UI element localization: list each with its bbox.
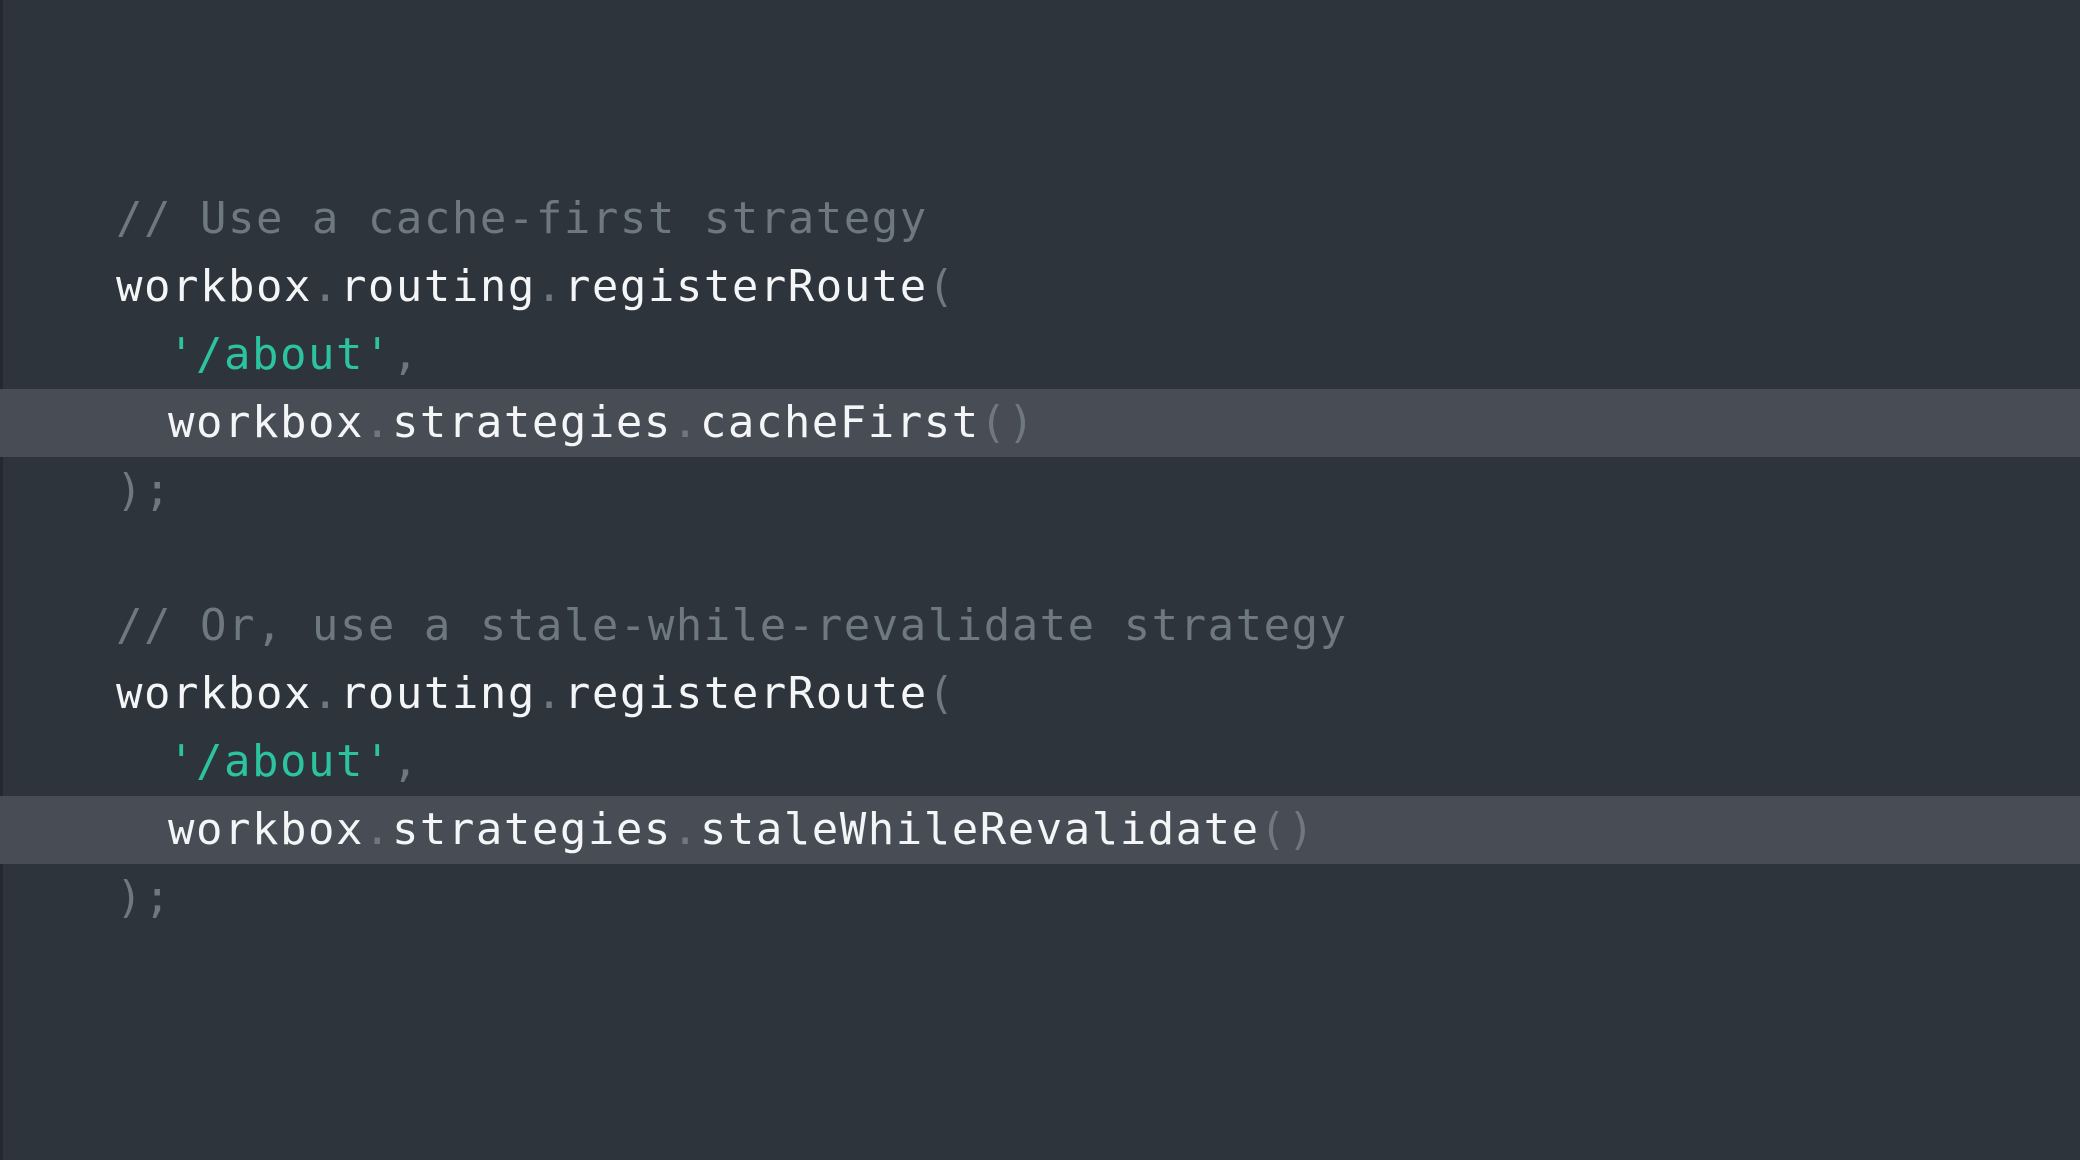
identifier-workbox: workbox: [168, 397, 364, 448]
highlighted-strategy-line-1: workbox.strategies.cacheFirst(): [0, 389, 2080, 457]
highlighted-strategy-line-2: workbox.strategies.staleWhileRevalidate(…: [0, 796, 2080, 864]
identifier-routing: routing: [339, 261, 536, 312]
route-path-arg-2: '/about',: [0, 728, 2080, 796]
dot: .: [535, 668, 564, 719]
dot: .: [535, 261, 564, 312]
string-literal-path: /about: [196, 329, 364, 380]
code-slide: // Use a cache-first strategy workbox.ro…: [0, 0, 2080, 1160]
identifier-strategies: strategies: [391, 804, 672, 855]
code-comment: // Use a cache-first strategy: [116, 193, 928, 244]
call-parens: (): [1259, 804, 1316, 855]
identifier-strategies: strategies: [391, 397, 672, 448]
dot: .: [671, 804, 700, 855]
quote: ': [168, 329, 196, 380]
open-paren: (: [927, 668, 956, 719]
call-parens: (): [979, 397, 1036, 448]
dot: .: [671, 397, 700, 448]
dot: .: [363, 804, 392, 855]
identifier-register-route: registerRoute: [563, 668, 928, 719]
left-edge-divider: [0, 0, 3, 1160]
close-line-1: );: [0, 457, 2080, 525]
code-comment: // Or, use a stale-while-revalidate stra…: [116, 600, 1348, 651]
identifier-stale-while-revalidate: staleWhileRevalidate: [699, 804, 1260, 855]
comma: ,: [391, 736, 420, 787]
quote: ': [363, 329, 392, 380]
register-route-call-2: workbox.routing.registerRoute(: [0, 660, 2080, 728]
register-route-call-1: workbox.routing.registerRoute(: [0, 253, 2080, 321]
identifier-cache-first: cacheFirst: [699, 397, 980, 448]
dot: .: [363, 397, 392, 448]
close-line-2: );: [0, 864, 2080, 932]
open-paren: (: [927, 261, 956, 312]
close-paren-semicolon: );: [116, 465, 172, 516]
identifier-register-route: registerRoute: [563, 261, 928, 312]
identifier-workbox: workbox: [116, 261, 312, 312]
quote: ': [168, 736, 196, 787]
dot: .: [311, 668, 340, 719]
comma: ,: [391, 329, 420, 380]
dot: .: [311, 261, 340, 312]
close-paren-semicolon: );: [116, 872, 172, 923]
comment-line-2: // Or, use a stale-while-revalidate stra…: [0, 592, 2080, 660]
quote: ': [363, 736, 392, 787]
identifier-workbox: workbox: [168, 804, 364, 855]
comment-line-1: // Use a cache-first strategy: [0, 185, 2080, 253]
identifier-routing: routing: [339, 668, 536, 719]
route-path-arg-1: '/about',: [0, 321, 2080, 389]
string-literal-path: /about: [196, 736, 364, 787]
identifier-workbox: workbox: [116, 668, 312, 719]
